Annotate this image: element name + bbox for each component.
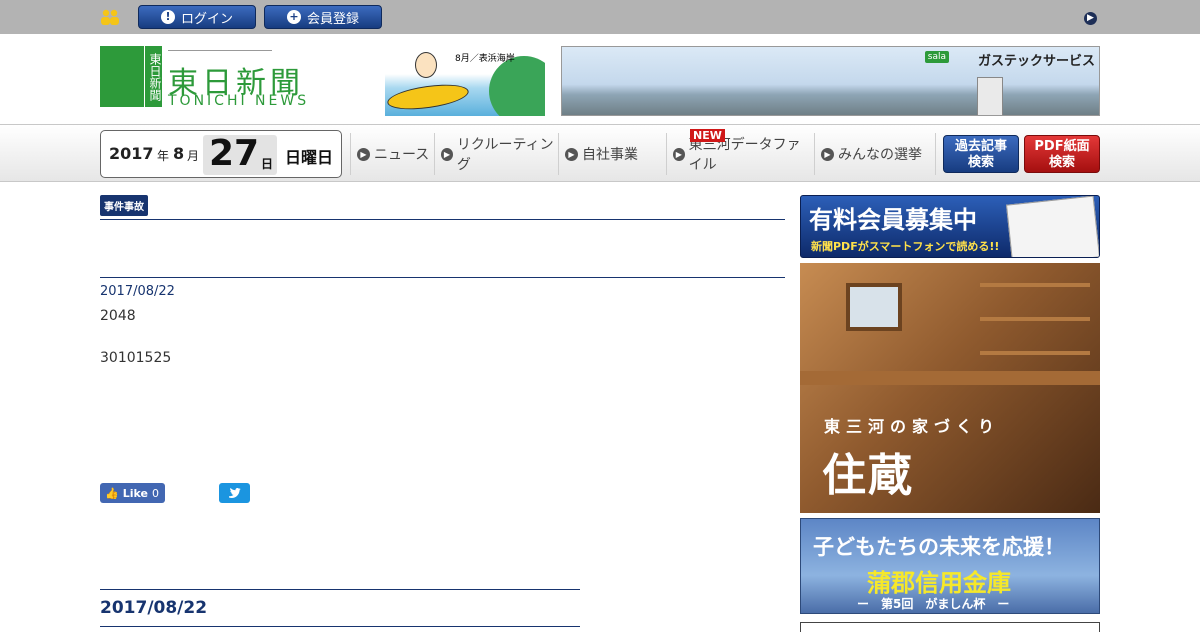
gas-ad-title: ガステックサービス — [977, 54, 1095, 69]
pdf-button-line1: PDF紙面 — [1034, 139, 1090, 154]
register-label: 会員登録 — [306, 11, 359, 27]
hill-shape — [489, 56, 545, 116]
nav-item-news[interactable]: ▶ ニュース — [350, 133, 434, 175]
archive-date-heading[interactable]: 2017/08/22 — [100, 598, 207, 618]
nav-item-label: 自社事業 — [582, 147, 638, 163]
info-icon: ! — [160, 10, 175, 24]
bank-event: ー 第5回 がましん杯 ー — [857, 597, 1010, 611]
thumbs-up-icon: 👍 — [105, 486, 119, 500]
archive-button-line1: 過去記事 — [954, 139, 1007, 154]
shelf-shape — [980, 283, 1090, 287]
top-bar: ! ログイン + 会員登録 ▶ — [0, 0, 1200, 34]
membership-title: 有料会員募集中 — [809, 206, 977, 234]
pdf-button-line2: 検索 — [1048, 155, 1075, 170]
newspaper-image — [1006, 196, 1099, 257]
login-label: ログイン — [180, 11, 233, 27]
sala-logo: sala — [924, 51, 949, 63]
nav-item-datafile[interactable]: ▶ 東三河データファイル — [666, 133, 814, 175]
register-button[interactable]: + 会員登録 — [264, 5, 382, 29]
arrow-right-icon: ▶ — [441, 147, 453, 161]
logo-divider — [168, 50, 272, 51]
date-month: 8 — [173, 144, 185, 163]
archive-top-rule — [100, 589, 580, 590]
arrow-right-icon: ▶ — [565, 147, 578, 161]
arrow-right-icon: ▶ — [357, 147, 370, 161]
surf-banner-ad[interactable]: 8月／表浜海岸 — [385, 46, 545, 116]
pdf-search-button[interactable]: PDF紙面 検索 — [1024, 135, 1100, 173]
housing-brand: 住蔵 — [822, 450, 914, 501]
building-shape — [977, 77, 1003, 115]
next-sidebar-banner[interactable] — [800, 622, 1100, 632]
like-label: Like — [122, 486, 148, 500]
nav-item-recruiting[interactable]: ▶ リクルーティング — [434, 133, 558, 175]
bank-banner-ad[interactable]: 子どもたちの未来を応援！ 蒲郡信用金庫 ー 第5回 がましん杯 ー — [800, 518, 1100, 614]
surfboard-shape — [385, 80, 471, 114]
date-year: 2017 — [109, 144, 154, 163]
window-shape — [846, 283, 902, 331]
login-button[interactable]: ! ログイン — [138, 5, 256, 29]
date-month-unit: 月 — [187, 149, 200, 163]
article-paragraph: 30101525 — [100, 350, 172, 366]
housing-banner-ad[interactable]: 東三河の家づくり 住蔵 — [800, 263, 1100, 513]
facebook-like-button[interactable]: 👍 Like 0 — [100, 483, 165, 503]
nav-item-own-business[interactable]: ▶ 自社事業 — [558, 133, 666, 175]
twitter-bird-icon — [229, 487, 241, 499]
bank-tagline: 子どもたちの未来を応援！ — [813, 535, 1065, 559]
surfer-figure — [415, 52, 437, 78]
title-top-rule — [100, 219, 785, 220]
site-logo[interactable]: 東日新聞 東日新聞 TONICHI NEWS — [100, 46, 362, 118]
new-badge: NEW — [690, 129, 725, 142]
members-icon — [101, 9, 119, 25]
nav-item-election[interactable]: ▶ みんなの選挙 — [814, 133, 936, 175]
plus-icon: + — [286, 10, 301, 24]
arrow-right-icon: ▶ — [821, 147, 834, 161]
surf-caption: 8月／表浜海岸 — [455, 54, 515, 64]
date-day-unit: 日 — [261, 157, 274, 171]
paid-membership-banner[interactable]: 有料会員募集中 新聞PDFがスマートフォンで読める!! — [800, 195, 1100, 258]
logo-english: TONICHI NEWS — [168, 93, 310, 109]
membership-subtitle: 新聞PDFがスマートフォンで読める!! — [811, 240, 1000, 253]
article-date: 2017/08/22 — [100, 284, 175, 299]
main-nav: 2017 年 8 月 27 日 日曜日 ▶ ニュース ▶ リクルーティング ▶ … — [0, 124, 1200, 182]
archive-bottom-rule — [100, 626, 580, 627]
archive-button-line2: 検索 — [967, 155, 994, 170]
nav-item-label: みんなの選挙 — [838, 147, 922, 163]
nav-item-label: リクルーティング — [456, 137, 554, 173]
tweet-button[interactable] — [219, 483, 250, 503]
category-badge[interactable]: 事件事故 — [100, 195, 148, 216]
date-display: 2017 年 8 月 27 日 日曜日 — [100, 130, 342, 178]
gas-service-banner-ad[interactable]: sala ガステックサービス — [561, 46, 1100, 116]
date-year-unit: 年 — [157, 149, 170, 163]
date-weekday: 日曜日 — [285, 148, 334, 167]
date-day: 27 — [209, 133, 260, 174]
nav-item-label: ニュース — [374, 147, 430, 163]
desk-shape — [800, 371, 1100, 385]
bank-name: 蒲郡信用金庫 — [867, 569, 1011, 597]
article-paragraph: 2048 — [100, 308, 136, 324]
housing-tagline: 東三河の家づくり — [824, 417, 1001, 436]
logo-vertical-text: 東日新聞 — [144, 46, 162, 107]
title-bottom-rule — [100, 277, 785, 278]
like-count: 0 — [151, 486, 159, 500]
chevron-right-icon[interactable]: ▶ — [1084, 12, 1097, 25]
arrow-right-icon: ▶ — [673, 147, 685, 161]
archive-search-button[interactable]: 過去記事 検索 — [943, 135, 1019, 173]
